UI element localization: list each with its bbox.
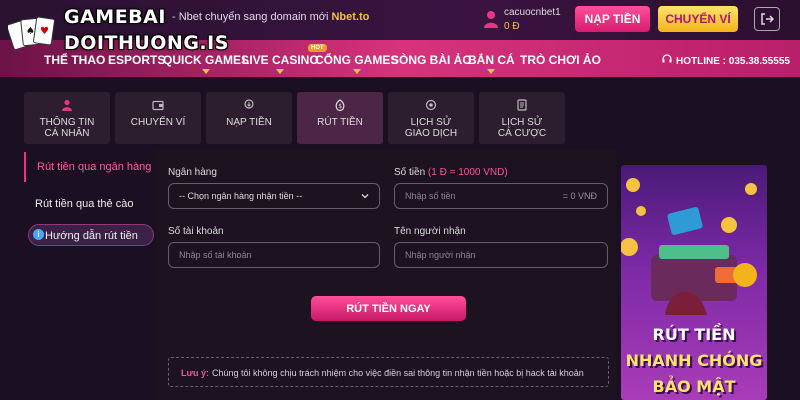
hotline[interactable]: HOTLINE : 035.38.55555	[662, 54, 790, 67]
chevron-down-icon	[276, 69, 285, 74]
notice-label: Lưu ý:	[181, 368, 210, 378]
site-logo[interactable]: ♥ ♠ GAMEBAI DOITHUONG.IS	[6, 4, 228, 62]
banner-title-line1: RÚT TIỀN	[652, 325, 736, 344]
user-icon	[484, 11, 498, 28]
chevron-down-icon	[361, 194, 369, 199]
banner-title-line2: NHANH CHÓNG	[625, 351, 763, 370]
nav-item-ban-ca[interactable]: BẮN CÁ	[468, 53, 515, 74]
recipient-placeholder: Nhập người nhận	[405, 250, 476, 260]
recipient-label: Tên người nhận	[394, 226, 466, 237]
tab-nap-tien[interactable]: NẠP TIỀN	[206, 92, 292, 144]
amount-placeholder: Nhập số tiền	[405, 191, 456, 201]
domain-notice-link[interactable]: Nbet.to	[331, 11, 369, 23]
menu-item-bank-withdraw[interactable]: Rút tiền qua ngân hàng	[24, 152, 152, 182]
tab-lich-su-giao-dich[interactable]: LỊCH SỬ GIAO DỊCH	[388, 92, 474, 144]
hotline-text: HOTLINE : 035.38.55555	[676, 56, 790, 67]
tab-thong-tin-ca-nhan[interactable]: THÔNG TIN CÁ NHÂN	[24, 92, 110, 144]
banner-title-line3: BẢO MẬT	[652, 377, 736, 396]
nav-item-song-bai-ao[interactable]: SÒNG BÀI ẢO	[391, 53, 472, 67]
nav-item-live-casino[interactable]: LIVE CASINO HOT	[242, 44, 327, 74]
hot-badge: HOT	[308, 44, 327, 52]
bank-label: Ngân hàng	[168, 167, 217, 178]
account-number-label: Số tài khoản	[168, 226, 224, 237]
menu-item-card-withdraw[interactable]: Rút tiền qua thẻ cào	[24, 189, 152, 219]
nav-item-cong-games[interactable]: CỔNG GAMES	[315, 53, 398, 74]
nav-item-tro-choi-ao[interactable]: TRÒ CHƠI ẢO	[520, 53, 601, 67]
amount-rate-note: (1 Đ = 1000 VND)	[427, 167, 508, 178]
account-number-placeholder: Nhập số tài khoản	[179, 250, 252, 260]
svg-text:♠: ♠	[26, 26, 35, 37]
wallet-icon	[152, 100, 164, 111]
logout-button[interactable]	[754, 7, 780, 31]
withdraw-now-button[interactable]: RÚT TIỀN NGAY	[311, 296, 466, 321]
amount-label: Số tiền (1 Đ = 1000 VND)	[394, 167, 508, 178]
chevron-down-icon	[487, 69, 496, 74]
username: cacuocnbet1	[504, 7, 561, 18]
withdraw-notice: Lưu ý: Chúng tôi không chịu trách nhiệm c…	[168, 357, 609, 387]
account-number-input[interactable]: Nhập số tài khoản	[168, 242, 380, 268]
tab-chuyen-vi[interactable]: CHUYỂN VÍ	[115, 92, 201, 144]
chevron-down-icon	[352, 69, 361, 74]
notice-text: Chúng tôi không chịu trách nhiệm cho việ…	[212, 368, 584, 378]
headset-icon	[662, 54, 672, 63]
menu-item-withdraw-guide[interactable]: i Hướng dẫn rút tiền	[28, 224, 154, 246]
info-icon: i	[33, 229, 44, 240]
logo-text-line2: DOITHUONG.IS	[64, 32, 229, 54]
promo-banner[interactable]: RÚT TIỀN NHANH CHÓNG BẢO MẬT	[621, 165, 767, 400]
user-icon	[62, 99, 72, 111]
svg-text:♥: ♥	[40, 26, 49, 37]
withdraw-icon: $	[335, 99, 345, 111]
logo-text-line1: GAMEBAI	[64, 6, 166, 28]
deposit-button[interactable]: NẠP TIỀN	[575, 6, 650, 32]
amount-converted: = 0 VNĐ	[562, 191, 597, 201]
tab-rut-tien[interactable]: $ RÚT TIỀN	[297, 92, 383, 144]
svg-text:$: $	[338, 103, 342, 110]
logout-icon	[761, 13, 774, 25]
balance: 0 Đ	[504, 21, 520, 32]
recipient-input[interactable]: Nhập người nhận	[394, 242, 608, 268]
history-icon	[425, 99, 437, 111]
bet-history-icon	[517, 99, 527, 111]
playing-cards-logo-icon: ♥ ♠	[8, 16, 55, 50]
money-wallet-illustration-icon	[621, 178, 757, 315]
bank-select[interactable]: -- Chọn ngân hàng nhận tiền --	[168, 183, 380, 209]
deposit-icon	[244, 99, 254, 109]
transfer-button[interactable]: CHUYỂN VÍ	[658, 6, 738, 32]
tab-lich-su-ca-cuoc[interactable]: LỊCH SỬ CÁ CƯỢC	[479, 92, 565, 144]
chevron-down-icon	[202, 69, 210, 74]
amount-input[interactable]: Nhập số tiền = 0 VNĐ	[394, 183, 608, 209]
